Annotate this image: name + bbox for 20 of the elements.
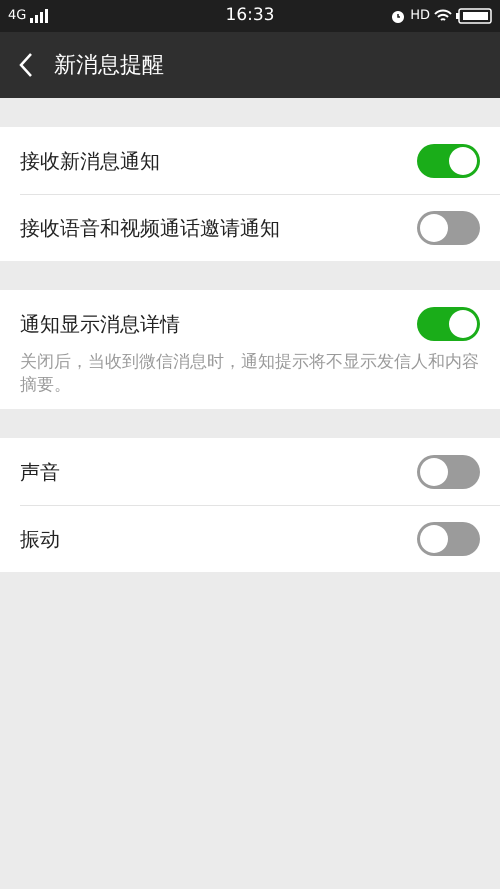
alarm-icon xyxy=(390,8,406,24)
setting-label: 通知显示消息详情 xyxy=(20,310,181,338)
battery-icon xyxy=(456,8,492,24)
setting-note: 关闭后，当收到微信消息时，通知提示将不显示发信人和内容摘要。 xyxy=(20,351,480,397)
hd-label: HD xyxy=(410,7,430,26)
toggle-switch[interactable] xyxy=(417,211,480,245)
toggle-switch[interactable] xyxy=(417,306,480,340)
page-title: 新消息提醒 xyxy=(54,52,164,80)
signal-icon xyxy=(30,9,50,23)
setting-label: 声音 xyxy=(20,458,61,486)
wifi-icon xyxy=(434,9,452,23)
setting-label: 接收语音和视频通话邀请通知 xyxy=(20,215,281,242)
toggle-switch[interactable] xyxy=(417,522,480,556)
toggle-switch[interactable] xyxy=(417,144,480,178)
network-label: 4G xyxy=(8,7,26,26)
clock: 16:33 xyxy=(224,4,276,28)
setting-label: 振动 xyxy=(20,526,61,553)
toggle-switch[interactable] xyxy=(417,454,480,488)
back-icon[interactable] xyxy=(18,52,34,78)
setting-label: 接收新消息通知 xyxy=(20,148,161,174)
